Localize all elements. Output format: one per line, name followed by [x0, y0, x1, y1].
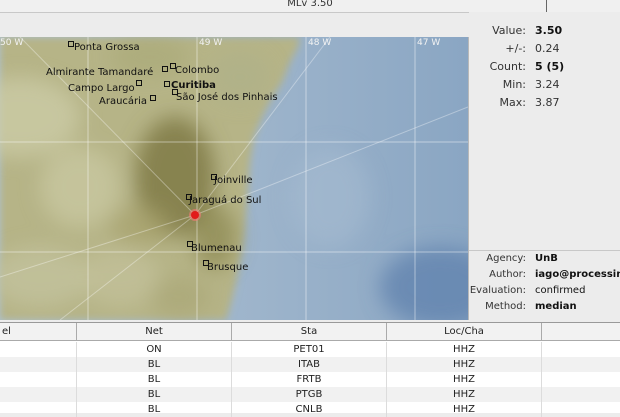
city-brusque: Brusque [207, 262, 249, 273]
mag-uncertainty-row: +/-: 0.24 [469, 42, 620, 58]
map-view[interactable]: 50 W 49 W 48 W 47 W Ponta Grossa Almiran… [0, 37, 469, 320]
agency-label: Agency: [486, 253, 526, 264]
table-row[interactable]: BL PTGB HHZ [0, 387, 620, 402]
column-header-sta[interactable]: Sta [232, 323, 387, 341]
city-sao-jose-dos-pinhais: São José dos Pinhais [176, 92, 278, 103]
mag-value: 3.50 [535, 24, 563, 37]
mag-min: 3.24 [535, 78, 560, 91]
mag-value-label: Value: [492, 24, 526, 37]
cell-sel[interactable] [0, 342, 77, 357]
agency-value: UnB [535, 253, 558, 264]
evaluation-value: confirmed [535, 285, 586, 296]
city-blumenau: Blumenau [191, 243, 242, 254]
title-divider [546, 0, 547, 12]
evaluation-label: Evaluation: [469, 285, 526, 296]
city-campo-largo: Campo Largo [68, 83, 135, 94]
evaluation-row: Evaluation: confirmed [469, 285, 620, 299]
mag-max-label: Max: [499, 96, 526, 109]
city-marker [164, 81, 170, 87]
agency-row: Agency: UnB [469, 253, 620, 267]
cell-net: BL [77, 372, 232, 387]
method-row: Method: median [469, 301, 620, 315]
method-label: Method: [485, 301, 526, 312]
cell-sta: PTGB [232, 387, 387, 402]
city-ponta-grossa: Ponta Grossa [74, 42, 140, 53]
city-almirante-tamandare: Almirante Tamandaré [46, 67, 154, 78]
mag-max: 3.87 [535, 96, 560, 109]
city-marker [162, 66, 168, 72]
mag-count-label: Count: [489, 60, 526, 73]
cell-sta: PET01 [232, 342, 387, 357]
cell-sel[interactable] [0, 402, 77, 417]
cell-net: ON [77, 342, 232, 357]
mag-count-row: Count: 5 (5) [469, 60, 620, 76]
column-header-extra[interactable] [542, 323, 620, 341]
method-value: median [535, 301, 577, 312]
table-row[interactable]: BL FRTB HHZ [0, 372, 620, 387]
table-row[interactable]: ON PET01 HHZ [0, 342, 620, 357]
cell-net: BL [77, 387, 232, 402]
column-header-loccha[interactable]: Loc/Cha [387, 323, 542, 341]
cell-sta: FRTB [232, 372, 387, 387]
cell-loccha: HHZ [387, 402, 542, 417]
mag-max-row: Max: 3.87 [469, 96, 620, 112]
author-value: iago@processin [535, 269, 620, 280]
lon-label-47w: 47 W [417, 38, 441, 48]
author-row: Author: iago@processin [469, 269, 620, 283]
author-label: Author: [489, 269, 526, 280]
window-title: MLv 3.50 [287, 0, 333, 9]
cell-net: BL [77, 357, 232, 372]
lon-label-48w: 48 W [308, 38, 332, 48]
city-jaragua-do-sul: Jaraguá do Sul [189, 195, 262, 206]
mag-value-row: Value: 3.50 [469, 24, 620, 40]
cell-sta: ITAB [232, 357, 387, 372]
column-header-net[interactable]: Net [77, 323, 232, 341]
cell-sel[interactable] [0, 372, 77, 387]
city-marker [136, 80, 142, 86]
table-row[interactable]: BL ITAB HHZ [0, 357, 620, 372]
column-header-sel[interactable]: el [0, 323, 77, 341]
station-table[interactable]: el Net Sta Loc/Cha ON PET01 HHZ BL ITAB … [0, 322, 620, 417]
city-araucaria: Araucária [99, 96, 148, 107]
cell-loccha: HHZ [387, 342, 542, 357]
epicenter-marker[interactable] [191, 211, 199, 219]
cell-loccha: HHZ [387, 372, 542, 387]
table-row[interactable]: BL CNLB HHZ [0, 402, 620, 417]
city-colombo: Colombo [175, 65, 220, 76]
lon-label-49w: 49 W [199, 38, 223, 48]
cell-sta: CNLB [232, 402, 387, 417]
mag-count: 5 (5) [535, 60, 565, 73]
cell-sel[interactable] [0, 357, 77, 372]
mag-min-label: Min: [502, 78, 526, 91]
mag-uncertainty: 0.24 [535, 42, 560, 55]
cell-loccha: HHZ [387, 357, 542, 372]
cell-net: BL [77, 402, 232, 417]
info-panel: Agency: UnB Author: iago@processin Evalu… [469, 250, 620, 321]
magnitude-panel: Value: 3.50 +/-: 0.24 Count: 5 (5) Min: … [469, 12, 620, 250]
cell-loccha: HHZ [387, 387, 542, 402]
lon-label-50w: 50 W [0, 38, 24, 48]
mag-min-row: Min: 3.24 [469, 78, 620, 94]
city-joinville: Joinville [214, 175, 253, 186]
mag-uncertainty-label: +/-: [505, 42, 526, 55]
cell-sel[interactable] [0, 387, 77, 402]
city-marker [150, 95, 156, 101]
